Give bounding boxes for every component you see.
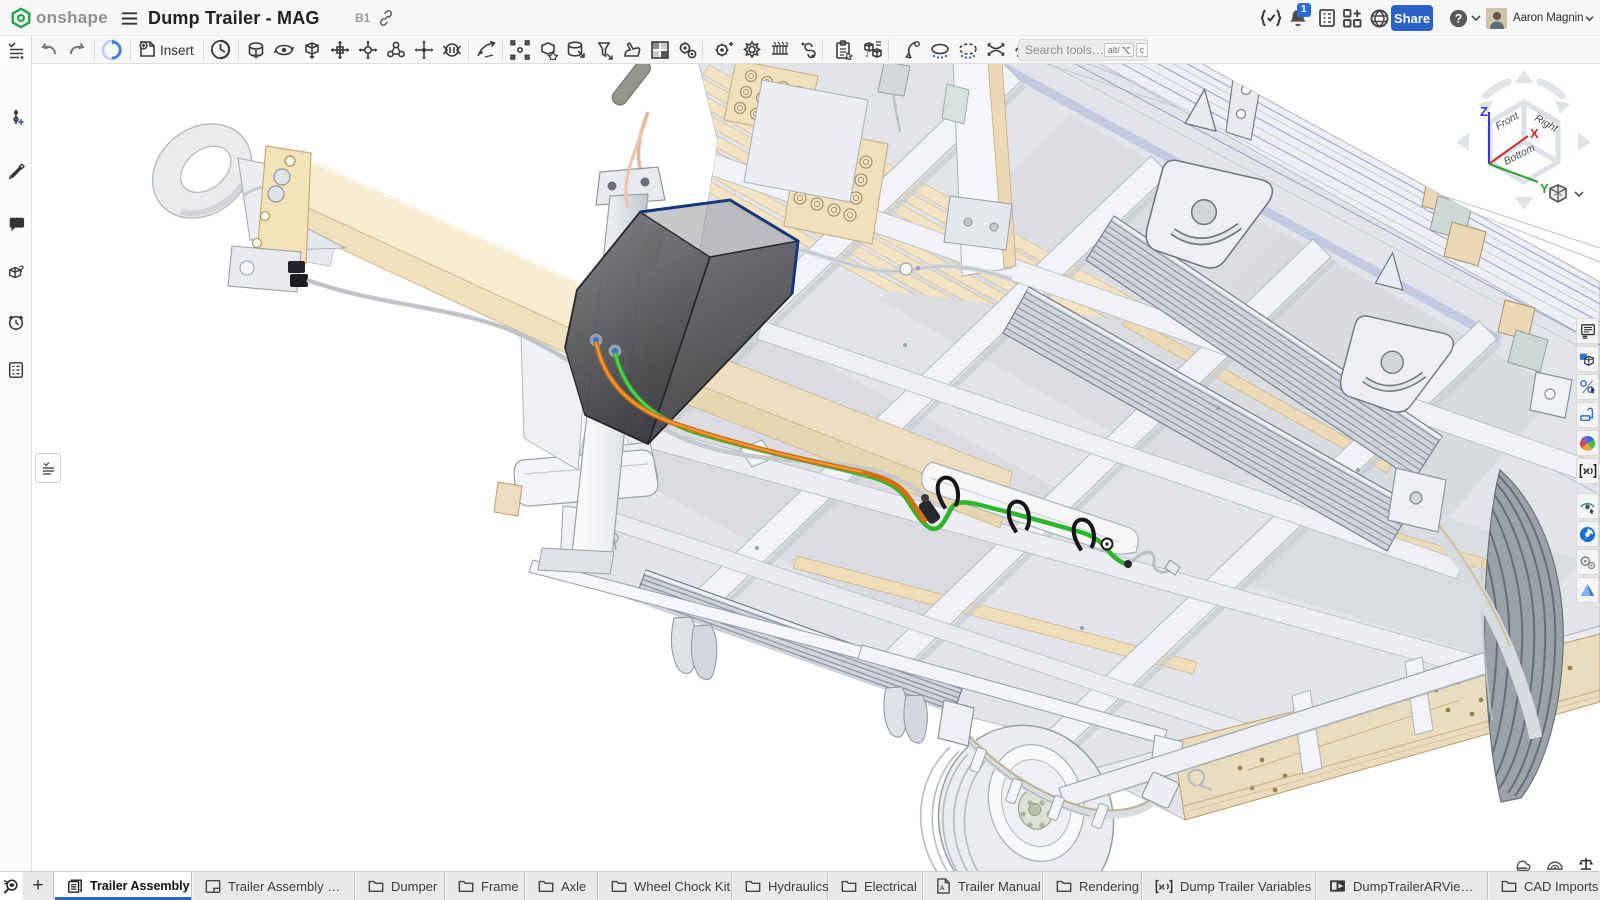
svg-text:ϰ: ϰ	[1583, 466, 1590, 477]
svg-text:ϰ: ϰ	[1159, 881, 1166, 891]
svg-text:?: ?	[19, 264, 25, 274]
svg-text:X: X	[1530, 126, 1539, 141]
svg-text:A: A	[940, 885, 945, 892]
svg-text:?: ?	[1455, 11, 1462, 25]
svg-text:Z: Z	[1480, 104, 1488, 119]
